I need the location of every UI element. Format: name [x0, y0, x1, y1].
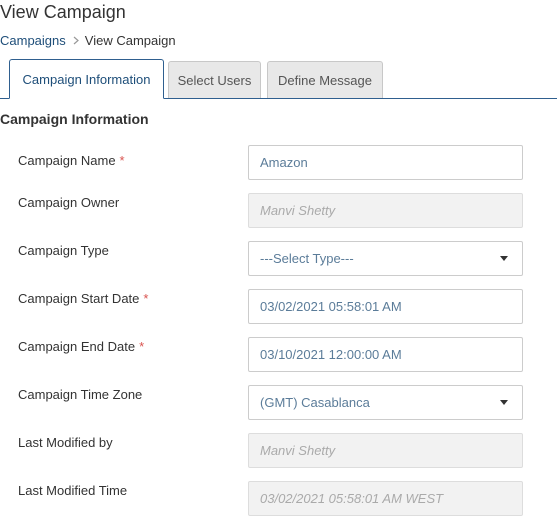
last-modified-by-value: Manvi Shetty: [260, 443, 336, 458]
end-date-label-text: Campaign End Date: [18, 339, 136, 354]
required-marker: *: [143, 291, 149, 306]
campaign-type-label-text: Campaign Type: [18, 243, 109, 258]
chevron-right-icon: [73, 36, 79, 45]
last-modified-time-label: Last Modified Time: [18, 483, 127, 498]
caret-down-icon: [500, 256, 508, 261]
campaign-name-label: Campaign Name *: [18, 153, 125, 168]
page-title: View Campaign: [0, 2, 126, 22]
last-modified-by-label-text: Last Modified by: [18, 435, 113, 450]
start-date-input[interactable]: 03/02/2021 05:58:01 AM: [248, 289, 523, 324]
breadcrumb-current: View Campaign: [84, 33, 176, 48]
campaign-owner-field: Manvi Shetty: [248, 193, 523, 228]
end-date-input[interactable]: 03/10/2021 12:00:00 AM: [248, 337, 523, 372]
end-date-value: 03/10/2021 12:00:00 AM: [260, 347, 402, 362]
start-date-value: 03/02/2021 05:58:01 AM: [260, 299, 402, 314]
tab-bar: Campaign Information Select Users Define…: [0, 59, 557, 99]
campaign-owner-label: Campaign Owner: [18, 195, 119, 210]
campaign-name-input[interactable]: Amazon: [248, 145, 523, 180]
start-date-label-text: Campaign Start Date: [18, 291, 140, 306]
breadcrumb-link-campaigns[interactable]: Campaigns: [0, 33, 66, 48]
campaign-owner-value: Manvi Shetty: [260, 203, 336, 218]
tab-select-users[interactable]: Select Users: [168, 61, 261, 98]
start-date-label: Campaign Start Date *: [18, 291, 148, 306]
section-title: Campaign Information: [0, 111, 149, 127]
campaign-name-label-text: Campaign Name: [18, 153, 116, 168]
campaign-type-label: Campaign Type: [18, 243, 109, 258]
time-zone-select[interactable]: (GMT) Casablanca: [248, 385, 523, 420]
last-modified-by-label: Last Modified by: [18, 435, 113, 450]
tab-define-message[interactable]: Define Message: [267, 61, 383, 98]
tab-campaign-information[interactable]: Campaign Information: [9, 59, 164, 99]
required-marker: *: [139, 339, 145, 354]
last-modified-time-label-text: Last Modified Time: [18, 483, 128, 498]
time-zone-value: (GMT) Casablanca: [260, 395, 370, 410]
campaign-type-select[interactable]: ---Select Type---: [248, 241, 523, 276]
breadcrumb: Campaigns View Campaign: [0, 33, 176, 48]
last-modified-by-field: Manvi Shetty: [248, 433, 523, 468]
campaign-owner-label-text: Campaign Owner: [18, 195, 120, 210]
caret-down-icon: [500, 400, 508, 405]
time-zone-label: Campaign Time Zone: [18, 387, 142, 402]
last-modified-time-value: 03/02/2021 05:58:01 AM WEST: [260, 491, 444, 506]
required-marker: *: [119, 153, 125, 168]
last-modified-time-field: 03/02/2021 05:58:01 AM WEST: [248, 481, 523, 516]
campaign-name-value: Amazon: [260, 155, 308, 170]
campaign-type-value: ---Select Type---: [260, 251, 354, 266]
end-date-label: Campaign End Date *: [18, 339, 144, 354]
time-zone-label-text: Campaign Time Zone: [18, 387, 143, 402]
